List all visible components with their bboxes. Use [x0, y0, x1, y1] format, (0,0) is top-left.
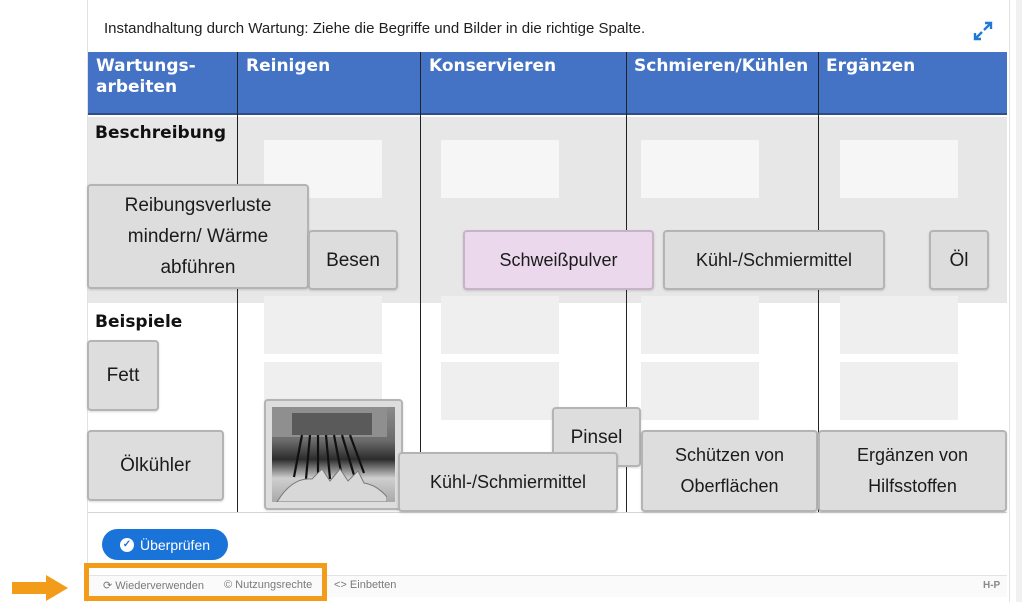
header-schmieren-kuehlen: Schmieren/Kühlen: [634, 56, 809, 76]
highlight-box: [84, 563, 327, 601]
draggable-card[interactable]: Fett: [87, 340, 159, 411]
drop-zone[interactable]: [264, 296, 382, 354]
drop-zone[interactable]: [441, 140, 559, 198]
check-button-label: Überprüfen: [139, 536, 211, 553]
embed-icon: <>: [334, 579, 347, 591]
header-reinigen: Reinigen: [246, 56, 331, 76]
row-label-beschreibung: Beschreibung: [95, 123, 227, 143]
table-bottom-border: [88, 512, 1007, 513]
embed-link[interactable]: <> Einbetten: [334, 579, 396, 591]
check-circle-icon: ✓: [119, 537, 134, 552]
drop-zone[interactable]: [840, 140, 958, 198]
draggable-card[interactable]: Besen: [308, 230, 398, 290]
drop-zone[interactable]: [641, 140, 759, 198]
header-konservieren: Konservieren: [429, 56, 557, 76]
draggable-card[interactable]: Ölkühler: [87, 430, 224, 501]
arrow-right-icon: [12, 575, 68, 601]
draggable-card[interactable]: Ergänzen von Hilfsstoffen: [818, 430, 1007, 512]
h5p-drag-and-drop-page: Instandhaltung durch Wartung: Ziehe die …: [0, 0, 1022, 602]
draggable-card[interactable]: Schützen von Oberflächen: [641, 430, 818, 512]
draggable-card[interactable]: Reibungsverluste mindern/ Wärme abführen: [87, 184, 309, 289]
draggable-card[interactable]: Kühl-/Schmiermittel: [663, 230, 885, 290]
task-instruction: Instandhaltung durch Wartung: Ziehe die …: [104, 20, 646, 37]
brush-photo: [272, 407, 395, 502]
draggable-card[interactable]: Kühl-/Schmiermittel: [398, 452, 618, 512]
header-ergaenzen: Ergänzen: [826, 56, 916, 76]
draggable-card-selected[interactable]: Schweißpulver: [463, 230, 654, 290]
scrollbar[interactable]: [1016, 0, 1022, 602]
check-button[interactable]: ✓ Überprüfen: [102, 529, 228, 560]
drop-zone[interactable]: [840, 362, 958, 420]
h5p-logo[interactable]: H-P: [983, 580, 1000, 591]
row-label-beispiele: Beispiele: [95, 312, 183, 332]
draggable-card[interactable]: Öl: [929, 230, 989, 290]
drop-zone[interactable]: [641, 362, 759, 420]
fullscreen-icon[interactable]: [972, 20, 994, 42]
column-divider: [420, 52, 421, 512]
drop-zone[interactable]: [441, 362, 559, 420]
draggable-image-card[interactable]: [264, 399, 403, 510]
drop-zone[interactable]: [840, 296, 958, 354]
drop-zone[interactable]: [441, 296, 559, 354]
drop-zone[interactable]: [641, 296, 759, 354]
header-wartungsarbeiten: Wartungs- arbeiten: [96, 56, 196, 97]
